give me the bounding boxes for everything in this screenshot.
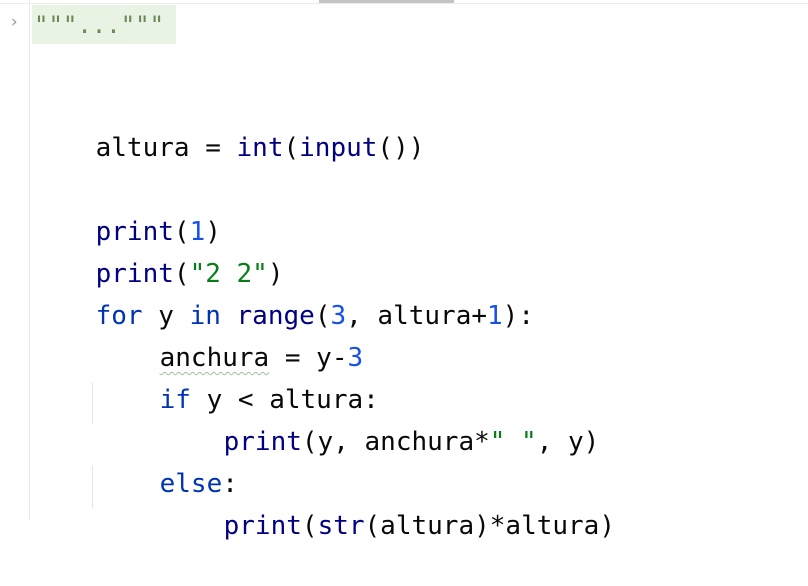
code-line-3[interactable]: print("2 2") (33, 214, 284, 289)
token-builtin-str: str (317, 511, 365, 541)
folded-docstring-text: """...""" (34, 11, 165, 39)
token-text: , y) (536, 427, 600, 457)
code-line-1[interactable]: altura = int(input()) (33, 88, 425, 163)
code-line-9[interactable]: print(str(altura)*altura) (161, 466, 615, 541)
token-paren: ): (502, 301, 534, 331)
token-paren: ( (283, 133, 300, 163)
token-var: altura (95, 133, 190, 163)
code-line-2[interactable]: print(1) (33, 172, 221, 247)
token-builtin-int: int (236, 133, 284, 163)
code-line-4[interactable]: for y in range(3, altura+1): (33, 256, 534, 331)
token-text: , altura+ (346, 301, 488, 331)
code-line-7[interactable]: print(y, anchura*" ", y) (161, 382, 600, 457)
token-paren: ( (301, 511, 318, 541)
code-line-5[interactable]: anchura = y-3 (97, 298, 364, 373)
fold-chevron-icon[interactable]: › (9, 12, 25, 32)
indent-guide (92, 382, 93, 424)
editor-top-border (0, 3, 808, 4)
token-text: (y, anchura* (301, 427, 490, 457)
token-builtin-input: input (299, 133, 378, 163)
token-string: " " (489, 427, 537, 457)
token-op: = (189, 133, 237, 163)
token-number: 1 (487, 301, 503, 331)
code-line-8[interactable]: else: (97, 424, 238, 499)
gutter-divider (29, 0, 30, 521)
folded-docstring[interactable]: """...""" (32, 5, 176, 44)
code-line-6[interactable]: if y < altura: (97, 340, 379, 415)
token-builtin-print: print (223, 511, 302, 541)
code-editor[interactable]: › """...""" altura = int(input()) print(… (0, 0, 808, 541)
token-paren: ()) (377, 133, 425, 163)
token-text: (altura)*altura) (364, 511, 615, 541)
indent-guide (92, 466, 93, 508)
